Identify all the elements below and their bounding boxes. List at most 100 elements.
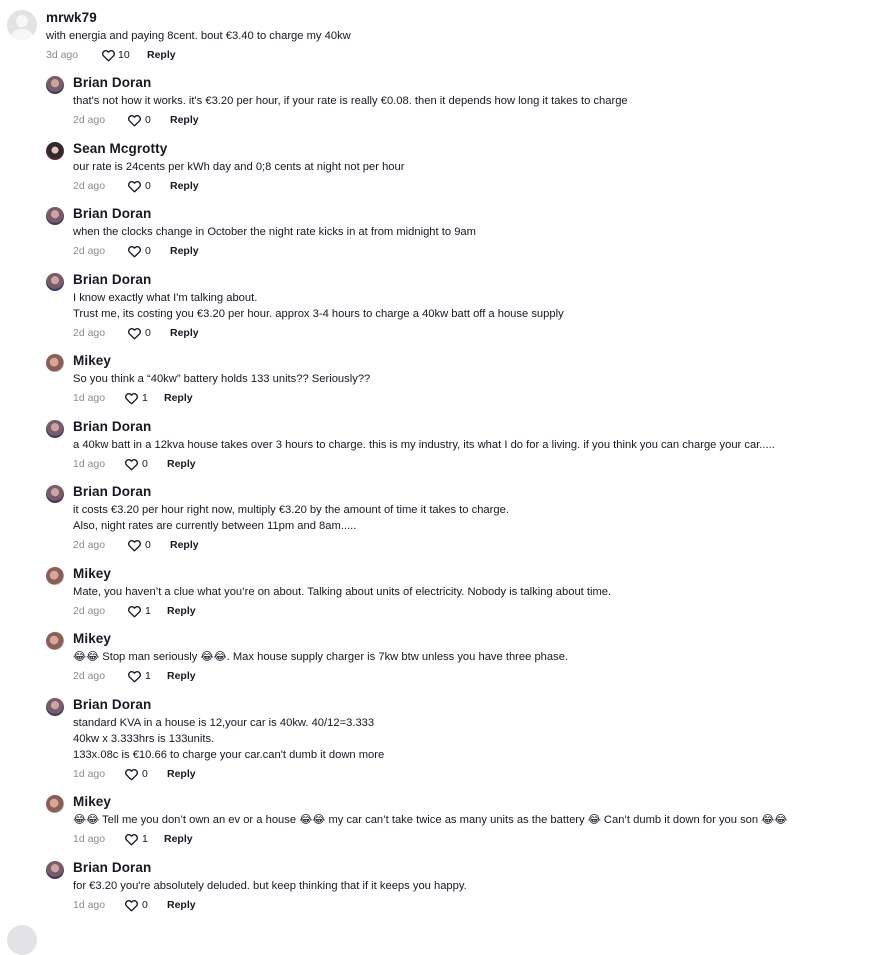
comment-author[interactable]: Brian Doran bbox=[73, 860, 151, 875]
like-count: 0 bbox=[145, 539, 151, 551]
comment-meta: 2d ago 1 Reply bbox=[73, 669, 273, 685]
user-avatar[interactable] bbox=[46, 354, 64, 372]
like-count: 0 bbox=[145, 327, 151, 339]
heart-outline-icon[interactable] bbox=[127, 326, 143, 342]
user-avatar[interactable] bbox=[46, 273, 64, 291]
comment-meta: 2d ago 0 Reply bbox=[73, 326, 273, 342]
user-avatar[interactable] bbox=[46, 861, 64, 879]
comment-time: 2d ago bbox=[73, 114, 106, 126]
heart-outline-icon[interactable] bbox=[127, 538, 143, 554]
comment-meta: 2d ago 0 Reply bbox=[73, 244, 273, 260]
heart-outline-icon[interactable] bbox=[124, 391, 140, 407]
heart-outline-icon[interactable] bbox=[124, 832, 140, 848]
comment-meta: 2d ago 0 Reply bbox=[73, 179, 273, 195]
heart-outline-icon[interactable] bbox=[124, 767, 140, 783]
reply-button[interactable]: Reply bbox=[167, 670, 196, 682]
heart-outline-icon[interactable] bbox=[127, 669, 143, 685]
comment-meta: 1d ago 0 Reply bbox=[73, 457, 273, 473]
comment-text: 😂😂 Stop man seriously 😂😂. Max house supp… bbox=[73, 651, 569, 663]
reply-button[interactable]: Reply bbox=[170, 114, 199, 126]
comment-author[interactable]: mrwk79 bbox=[46, 10, 97, 25]
comment-meta: 2d ago 0 Reply bbox=[73, 538, 273, 554]
comment-author[interactable]: Brian Doran bbox=[73, 419, 151, 434]
comment-time: 2d ago bbox=[73, 605, 106, 617]
comment-time: 1d ago bbox=[73, 768, 106, 780]
user-avatar[interactable] bbox=[46, 142, 64, 160]
comment-author[interactable]: Brian Doran bbox=[73, 206, 151, 221]
comment-author[interactable]: Brian Doran bbox=[73, 75, 151, 90]
comment-text: Also, night rates are currently between … bbox=[73, 520, 357, 532]
reply-button[interactable]: Reply bbox=[167, 605, 196, 617]
next-comment-partial bbox=[0, 922, 879, 955]
comment-text: Mate, you haven’t a clue what you’re on … bbox=[73, 586, 612, 598]
user-avatar[interactable] bbox=[46, 567, 64, 585]
comment-text: I know exactly what I'm talking about. bbox=[73, 292, 258, 304]
like-count: 0 bbox=[145, 245, 151, 257]
default-avatar-icon[interactable] bbox=[7, 10, 37, 40]
comment-author[interactable]: Brian Doran bbox=[73, 272, 151, 287]
user-avatar[interactable] bbox=[46, 207, 64, 225]
reply-button[interactable]: Reply bbox=[170, 327, 199, 339]
like-count: 0 bbox=[145, 114, 151, 126]
comment-author[interactable]: Mikey bbox=[73, 631, 111, 646]
top-comment: mrwk79 with energia and paying 8cent. bo… bbox=[0, 0, 879, 70]
comment-text: with energia and paying 8cent. bout €3.4… bbox=[46, 30, 351, 42]
comment-author[interactable]: Brian Doran bbox=[73, 484, 151, 499]
comment-text: a 40kw batt in a 12kva house takes over … bbox=[73, 439, 775, 451]
like-count: 0 bbox=[142, 899, 148, 911]
comment-time: 1d ago bbox=[73, 392, 106, 404]
comment-author[interactable]: Mikey bbox=[73, 794, 111, 809]
like-count: 1 bbox=[142, 392, 148, 404]
comment-meta: 1d ago 0 Reply bbox=[73, 898, 273, 914]
comment-author[interactable]: Mikey bbox=[73, 566, 111, 581]
reply-button[interactable]: Reply bbox=[167, 899, 196, 911]
comment-meta: 2d ago 1 Reply bbox=[73, 604, 273, 620]
comment-text: Trust me, its costing you €3.20 per hour… bbox=[73, 308, 564, 320]
comment-text: 133x.08c is €10.66 to charge your car.ca… bbox=[73, 749, 385, 761]
comment-time: 2d ago bbox=[73, 327, 106, 339]
reply-button[interactable]: Reply bbox=[167, 458, 196, 470]
comment-author[interactable]: Mikey bbox=[73, 353, 111, 368]
reply-button[interactable]: Reply bbox=[170, 245, 199, 257]
reply-button[interactable]: Reply bbox=[147, 49, 176, 61]
heart-outline-icon[interactable] bbox=[124, 898, 140, 914]
heart-outline-icon[interactable] bbox=[127, 179, 143, 195]
comment-text: it costs €3.20 per hour right now, multi… bbox=[73, 504, 509, 516]
heart-outline-icon[interactable] bbox=[127, 604, 143, 620]
user-avatar[interactable] bbox=[46, 632, 64, 650]
comment-time: 1d ago bbox=[73, 833, 106, 845]
heart-outline-icon[interactable] bbox=[101, 48, 117, 64]
comment-meta: 1d ago 1 Reply bbox=[73, 832, 273, 848]
reply-button[interactable]: Reply bbox=[170, 539, 199, 551]
like-count: 1 bbox=[142, 833, 148, 845]
reply-button[interactable]: Reply bbox=[170, 180, 199, 192]
comment-meta: 3d ago 10 Reply bbox=[46, 48, 246, 64]
comment-meta: 2d ago 0 Reply bbox=[73, 113, 273, 129]
like-count: 1 bbox=[145, 670, 151, 682]
heart-outline-icon[interactable] bbox=[124, 457, 140, 473]
like-count: 1 bbox=[145, 605, 151, 617]
like-count: 10 bbox=[118, 49, 130, 61]
heart-outline-icon[interactable] bbox=[127, 113, 143, 129]
comment-text: standard KVA in a house is 12,your car i… bbox=[73, 717, 375, 729]
like-count: 0 bbox=[142, 458, 148, 470]
default-avatar-icon[interactable] bbox=[7, 925, 37, 955]
comment-text: our rate is 24cents per kWh day and 0;8 … bbox=[73, 161, 405, 173]
user-avatar[interactable] bbox=[46, 76, 64, 94]
comment-author[interactable]: Brian Doran bbox=[73, 697, 151, 712]
comment-time: 2d ago bbox=[73, 180, 106, 192]
comment-time: 1d ago bbox=[73, 458, 106, 470]
user-avatar[interactable] bbox=[46, 420, 64, 438]
reply-button[interactable]: Reply bbox=[164, 392, 193, 404]
comment-time: 2d ago bbox=[73, 245, 106, 257]
comment-author[interactable]: Sean Mcgrotty bbox=[73, 141, 167, 156]
user-avatar[interactable] bbox=[46, 698, 64, 716]
heart-outline-icon[interactable] bbox=[127, 244, 143, 260]
reply-button[interactable]: Reply bbox=[167, 768, 196, 780]
user-avatar[interactable] bbox=[46, 795, 64, 813]
comment-time: 3d ago bbox=[46, 49, 79, 61]
reply-button[interactable]: Reply bbox=[164, 833, 193, 845]
user-avatar[interactable] bbox=[46, 485, 64, 503]
comment-text: when the clocks change in October the ni… bbox=[73, 226, 476, 238]
comment-time: 2d ago bbox=[73, 539, 106, 551]
